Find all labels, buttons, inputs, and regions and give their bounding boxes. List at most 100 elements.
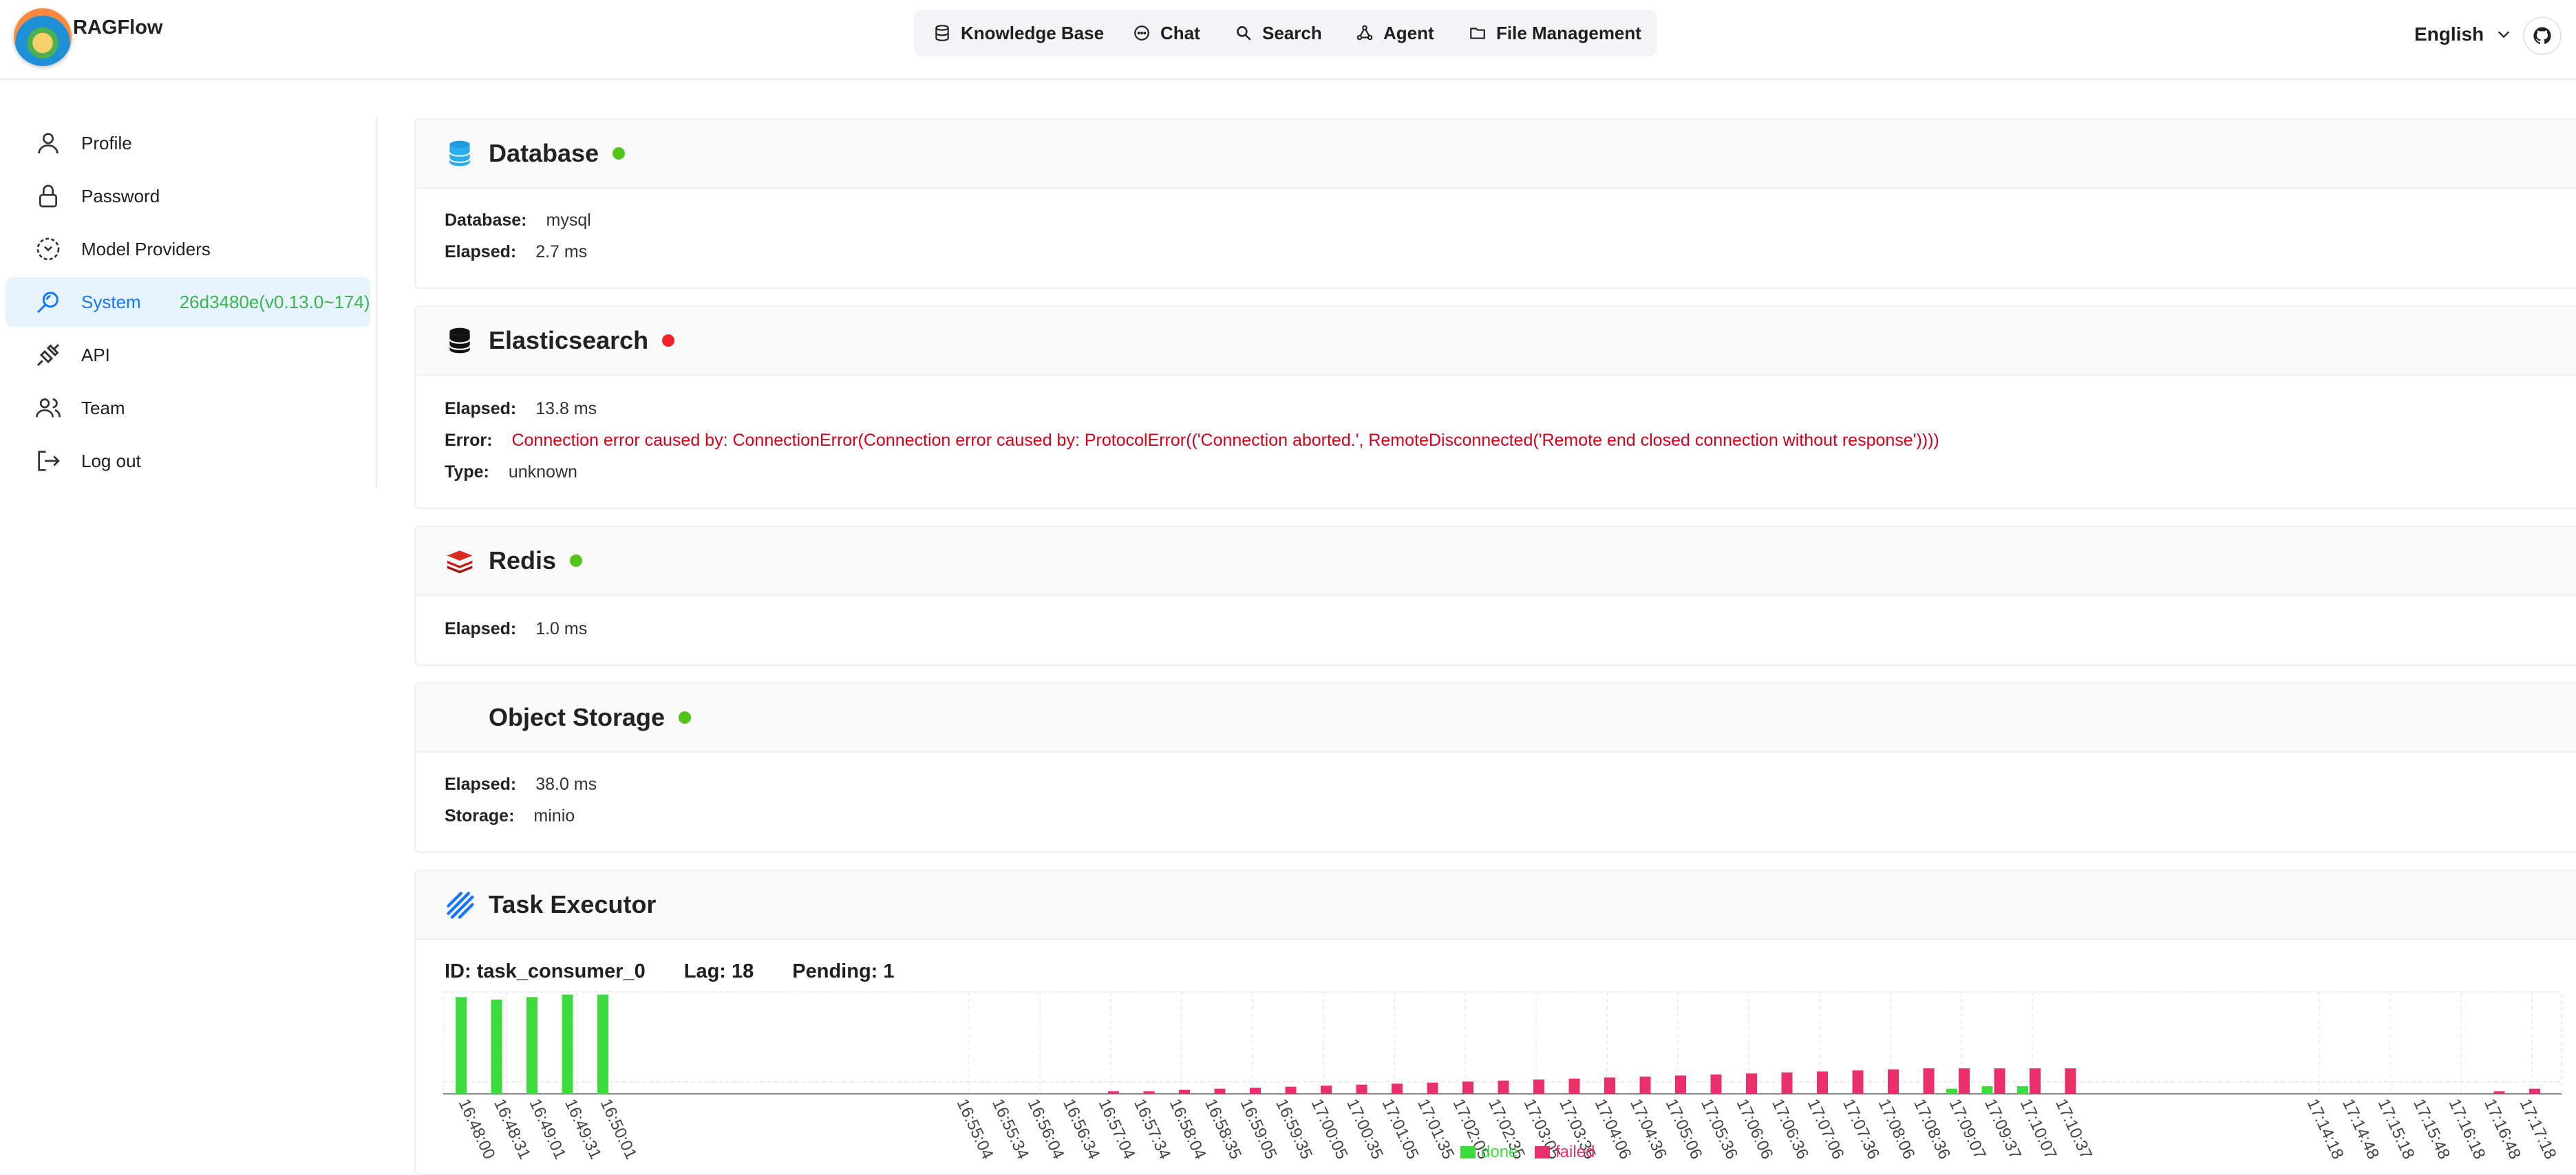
nav-agent[interactable]: Agent <box>1356 10 1434 56</box>
main-nav: Knowledge Base Chat Search Agent File Ma… <box>914 10 1657 56</box>
panel-title: Task Executor <box>489 890 657 918</box>
object-storage-panel: Object Storage Elapsed: 38.0 ms Storage:… <box>414 682 2576 853</box>
sidebar-item-profile[interactable]: Profile <box>6 118 370 168</box>
bar-done <box>1981 1086 1993 1094</box>
bar-failed <box>1108 1091 1119 1094</box>
redis-panel: Redis Elapsed: 1.0 ms <box>414 526 2576 666</box>
language-label: English <box>2414 23 2484 45</box>
sidebar-item-system[interactable]: System 26d3480e(v0.13.0~174) <box>6 277 370 327</box>
error-message: Connection error caused by: ConnectionEr… <box>511 431 1939 450</box>
panel-header: Elasticsearch <box>416 307 2576 376</box>
field-label: Elapsed: <box>445 619 517 638</box>
nav-label: Chat <box>1160 22 1200 43</box>
plot-area <box>443 991 2562 1095</box>
bar-failed <box>2493 1091 2505 1094</box>
bar-done <box>2017 1086 2028 1094</box>
github-button[interactable] <box>2523 17 2562 55</box>
nav-file-management[interactable]: File Management <box>1469 10 1641 56</box>
bar-failed <box>1604 1077 1615 1094</box>
bar-failed <box>1179 1090 1190 1094</box>
bar-failed <box>1923 1068 1935 1094</box>
sidebar-item-api[interactable]: API <box>6 330 370 380</box>
bar-failed <box>1994 1068 2005 1094</box>
field-label: Elapsed: <box>445 399 517 418</box>
system-icon <box>36 292 58 314</box>
bar-failed <box>1710 1074 1722 1094</box>
field-value: unknown <box>508 462 577 482</box>
field-value: 2.7 ms <box>535 242 588 261</box>
status-indicator <box>613 147 626 160</box>
redis-icon <box>447 550 473 574</box>
executor-lag: Lag: 18 <box>683 960 754 982</box>
storage-icon <box>445 702 475 733</box>
nav-knowledge-base[interactable]: Knowledge Base <box>933 10 1104 56</box>
bar-failed <box>2529 1088 2540 1094</box>
detail-row: Database: mysql <box>445 211 591 230</box>
bar-done <box>562 994 573 1094</box>
legend-label-failed[interactable]: failed <box>1555 1143 1595 1161</box>
settings-sidebar: Profile Password Model Providers System … <box>0 117 377 488</box>
bar-failed <box>1321 1086 1332 1094</box>
bar-failed <box>1888 1069 1899 1094</box>
field-label: Storage: <box>445 806 515 826</box>
bar-failed <box>1959 1068 1970 1094</box>
nav-label: Search <box>1262 22 1322 43</box>
field-value: 1.0 ms <box>535 619 588 638</box>
panel-title: Elasticsearch <box>489 326 649 354</box>
sidebar-item-team[interactable]: Team <box>6 383 370 433</box>
status-indicator <box>679 711 692 724</box>
folder-icon <box>1470 28 1485 39</box>
field-label: Error: <box>445 431 493 450</box>
executor-pending: Pending: 1 <box>792 960 895 982</box>
nav-chat[interactable]: Chat <box>1133 10 1200 56</box>
ragflow-logo[interactable] <box>14 8 72 66</box>
api-icon <box>36 343 60 367</box>
nav-label: File Management <box>1496 22 1641 43</box>
brand-name: RAGFlow <box>73 17 163 39</box>
status-indicator <box>662 334 675 347</box>
language-select[interactable]: English <box>2414 23 2511 45</box>
sidebar-item-label: Model Providers <box>81 238 211 259</box>
sidebar-item-password[interactable]: Password <box>6 171 370 221</box>
bar-failed <box>1498 1080 1509 1094</box>
executor-id: ID: task_consumer_0 <box>445 960 646 982</box>
bar-done <box>491 1000 502 1094</box>
sidebar-item-label: Profile <box>81 132 132 153</box>
bar-failed <box>1356 1084 1367 1094</box>
field-label: Database: <box>445 211 527 230</box>
sidebar-item-label: API <box>81 344 110 365</box>
panel-header: Task Executor <box>416 871 2576 940</box>
field-label: Type: <box>445 462 489 482</box>
bar-failed <box>1462 1081 1473 1094</box>
legend-label-done[interactable]: done <box>1481 1143 1518 1161</box>
sidebar-item-label: Team <box>81 397 125 418</box>
bar-failed <box>1781 1072 1793 1094</box>
field-value: mysql <box>546 211 591 230</box>
field-value: 38.0 ms <box>535 775 597 794</box>
agent-icon <box>1356 25 1373 41</box>
bar-done <box>526 997 537 1094</box>
bar-done <box>1946 1088 1957 1094</box>
status-indicator <box>570 554 583 567</box>
bar-failed <box>1392 1084 1403 1094</box>
sidebar-item-model-providers[interactable]: Model Providers <box>6 224 370 274</box>
task-executor-panel: Task Executor ID: task_consumer_0 Lag: 1… <box>414 870 2576 1175</box>
bar-failed <box>1568 1078 1580 1094</box>
bar-failed <box>1285 1086 1297 1094</box>
bar-failed <box>1214 1088 1226 1094</box>
elasticsearch-panel: Elasticsearch Elapsed: 13.8 ms Error: Co… <box>414 305 2576 509</box>
panel-header: Redis <box>416 527 2576 596</box>
bar-done <box>456 997 467 1094</box>
field-label: Elapsed: <box>445 242 517 261</box>
detail-row: Elapsed: 38.0 ms <box>445 775 597 795</box>
sidebar-item-label: Password <box>81 185 160 206</box>
detail-row: Elapsed: 1.0 ms <box>445 619 587 639</box>
bar-failed <box>1639 1076 1651 1094</box>
nav-search[interactable]: Search <box>1235 10 1322 56</box>
bar-failed <box>2065 1068 2076 1094</box>
legend-swatch-failed[interactable] <box>1535 1146 1550 1158</box>
legend-swatch-done[interactable] <box>1460 1146 1476 1158</box>
sidebar-item-logout[interactable]: Log out <box>6 436 370 486</box>
bar-failed <box>1746 1073 1757 1094</box>
field-label: Elapsed: <box>445 775 517 794</box>
